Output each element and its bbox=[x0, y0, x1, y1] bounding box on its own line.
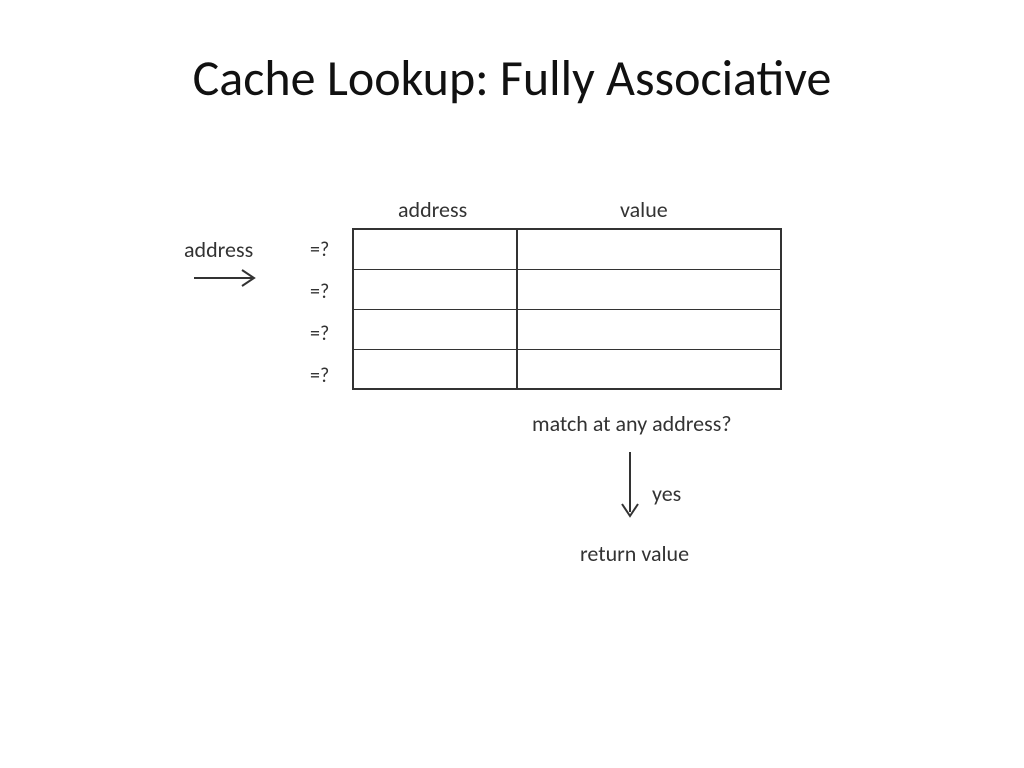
cache-diagram: address value address =? =? =? =? match … bbox=[180, 180, 880, 660]
compare-label: =? bbox=[310, 364, 329, 388]
table-row bbox=[353, 229, 781, 269]
table-row bbox=[353, 349, 781, 389]
compare-label: =? bbox=[310, 280, 329, 304]
match-question-label: match at any address? bbox=[532, 410, 732, 437]
slide-title: Cache Lookup: Fully Associative bbox=[0, 48, 1024, 109]
cache-table bbox=[352, 228, 782, 390]
compare-label: =? bbox=[310, 238, 329, 262]
column-header-address: address bbox=[398, 196, 467, 223]
compare-label: =? bbox=[310, 322, 329, 346]
arrow-right-icon bbox=[192, 268, 267, 288]
table-row bbox=[353, 309, 781, 349]
return-value-label: return value bbox=[580, 540, 689, 567]
table-row bbox=[353, 269, 781, 309]
input-address-label: address bbox=[184, 236, 253, 263]
arrow-down-icon bbox=[618, 448, 642, 526]
yes-label: yes bbox=[652, 480, 681, 507]
column-header-value: value bbox=[620, 196, 668, 223]
